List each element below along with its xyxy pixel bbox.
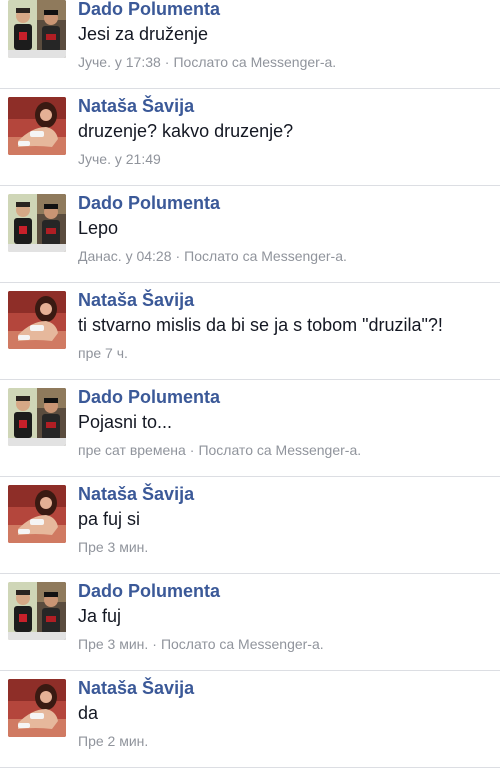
sender-name[interactable]: Dado Polumenta (78, 581, 220, 602)
sent-via-label: Послато са Messenger-а. (160, 636, 324, 652)
message-meta: пре сат времена · Послато са Messenger-а. (78, 442, 361, 458)
sent-via-label: Послато са Messenger-а. (173, 54, 337, 70)
timestamp: Јуче. у 17:38 (78, 54, 161, 70)
message-meta: Пре 3 мин. (78, 539, 148, 555)
sender-name[interactable]: Nataša Šavija (78, 484, 194, 505)
female-avatar[interactable] (8, 291, 66, 349)
message-meta: Јуче. у 17:38 · Послато са Messenger-а. (78, 54, 336, 70)
meta-separator: · (164, 54, 170, 70)
message-row[interactable]: Nataša Šavija ti stvarno mislis da bi se … (0, 283, 500, 380)
sender-name[interactable]: Nataša Šavija (78, 678, 194, 699)
sender-name[interactable]: Dado Polumenta (78, 387, 220, 408)
sender-name[interactable]: Nataša Šavija (78, 96, 194, 117)
timestamp: Пре 3 мин. (78, 636, 149, 652)
female-avatar[interactable] (8, 485, 66, 543)
message-meta: Јуче. у 21:49 (78, 151, 161, 167)
message-text: da (78, 703, 99, 723)
message-text: druzenje? kakvo druzenje? (78, 121, 294, 141)
message-meta: пре 7 ч. (78, 345, 128, 361)
message-text: pa fuj si (78, 509, 141, 529)
message-thread: Dado Polumenta Jesi za druženje Јуче. у 17… (0, 0, 500, 768)
meta-separator: · (189, 442, 195, 458)
timestamp: пре сат времена (78, 442, 186, 458)
male-avatar[interactable] (8, 194, 66, 252)
message-meta: Пре 2 мин. (78, 733, 148, 749)
message-text: Jesi za druženje (78, 24, 209, 44)
female-avatar[interactable] (8, 679, 66, 737)
male-avatar[interactable] (8, 582, 66, 640)
message-text: Ja fuj (78, 606, 122, 626)
message-row[interactable]: Nataša Šavija druzenje? kakvo druzenje? Ју… (0, 89, 500, 186)
male-avatar[interactable] (8, 388, 66, 446)
message-text: Pojasni to... (78, 412, 173, 432)
meta-separator: · (175, 248, 181, 264)
sender-name[interactable]: Dado Polumenta (78, 193, 220, 214)
message-row[interactable]: Nataša Šavija pa fuj si Пре 3 мин. (0, 477, 500, 574)
message-text: ti stvarno mislis da bi se ja s tobom "d… (78, 315, 443, 335)
message-row[interactable]: Dado Polumenta Lepo Данас. у 04:28 · Послато… (0, 186, 500, 283)
timestamp: Пре 2 мин. (78, 733, 149, 749)
message-row[interactable]: Dado Polumenta Jesi za druženje Јуче. у 17… (0, 0, 500, 89)
female-avatar[interactable] (8, 97, 66, 155)
timestamp: Пре 3 мин. (78, 539, 149, 555)
sent-via-label: Послато са Messenger-а. (198, 442, 362, 458)
meta-separator: · (152, 636, 157, 652)
message-meta: Данас. у 04:28 · Послато са Messenger-а. (78, 248, 347, 264)
message-row[interactable]: Dado Polumenta Pojasni to... пре сат време… (0, 380, 500, 477)
timestamp: Данас. у 04:28 (78, 248, 172, 264)
timestamp: Јуче. у 21:49 (78, 151, 161, 167)
sender-name[interactable]: Nataša Šavija (78, 290, 194, 311)
sender-name[interactable]: Dado Polumenta (78, 0, 220, 20)
message-row[interactable]: Dado Polumenta Ja fuj Пре 3 мин. · Послато с… (0, 574, 500, 671)
sent-via-label: Послато са Messenger-а. (184, 248, 347, 264)
male-avatar[interactable] (8, 0, 66, 58)
message-meta: Пре 3 мин. · Послато са Messenger-а. (78, 636, 324, 652)
message-row[interactable]: Nataša Šavija da Пре 2 мин. (0, 671, 500, 768)
timestamp: пре 7 ч. (78, 345, 128, 361)
message-text: Lepo (78, 218, 119, 238)
